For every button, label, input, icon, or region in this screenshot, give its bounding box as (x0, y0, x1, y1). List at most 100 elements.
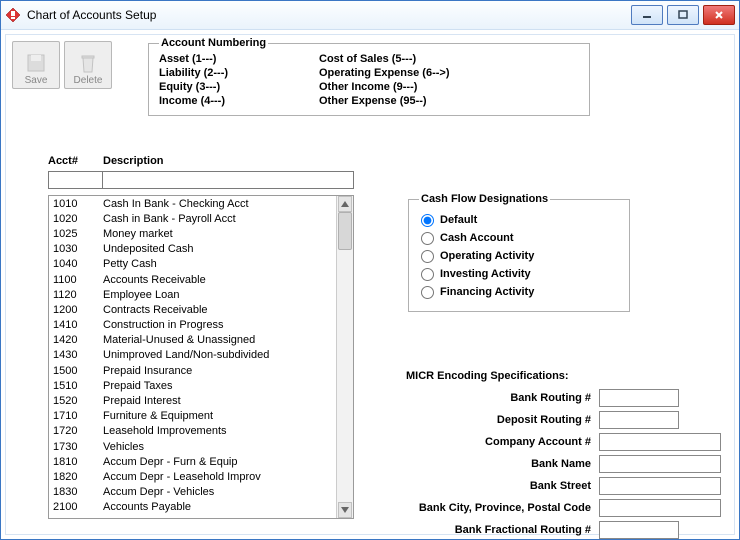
row-desc: Material-Unused & Unassigned (103, 334, 336, 346)
micr-input[interactable] (599, 455, 721, 473)
row-acct: 1510 (53, 380, 103, 392)
cashflow-option[interactable]: Default (419, 211, 619, 229)
table-row[interactable]: 1040Petty Cash (49, 257, 336, 272)
table-row[interactable]: 2500FICA Tax Payable (49, 515, 336, 518)
micr-label: Bank Street (374, 480, 599, 492)
micr-grid: Bank Routing # Deposit Routing # Company A… (374, 389, 724, 539)
numbering-item: Liability (2---) (159, 67, 309, 79)
row-acct: 1820 (53, 471, 103, 483)
row-desc: FICA Tax Payable (103, 517, 336, 518)
table-row[interactable]: 1200Contracts Receivable (49, 302, 336, 317)
cashflow-radio[interactable] (421, 250, 434, 263)
table-row[interactable]: 1500Prepaid Insurance (49, 363, 336, 378)
table-row[interactable]: 1430Unimproved Land/Non-subdivided (49, 348, 336, 363)
entry-inputs (48, 171, 354, 189)
description-input[interactable] (102, 171, 354, 189)
delete-button[interactable]: Delete (64, 41, 112, 89)
micr-input[interactable] (599, 499, 721, 517)
account-numbering-group: Account Numbering Asset (1---) Cost of S… (148, 37, 590, 116)
row-acct: 1025 (53, 228, 103, 240)
accounts-listbox[interactable]: 1010Cash In Bank - Checking Acct1020Cash… (48, 195, 354, 519)
minimize-button[interactable] (631, 5, 663, 25)
cashflow-label: Default (440, 214, 477, 226)
row-acct: 1500 (53, 365, 103, 377)
row-desc: Accum Depr - Furn & Equip (103, 456, 336, 468)
table-row[interactable]: 1410Construction in Progress (49, 318, 336, 333)
micr-label: Company Account # (374, 436, 599, 448)
cashflow-radio[interactable] (421, 214, 434, 227)
table-row[interactable]: 1030Undeposited Cash (49, 242, 336, 257)
table-row[interactable]: 1020Cash in Bank - Payroll Acct (49, 211, 336, 226)
cashflow-option[interactable]: Operating Activity (419, 247, 619, 265)
row-acct: 1830 (53, 486, 103, 498)
row-acct: 1100 (53, 274, 103, 286)
numbering-item: Equity (3---) (159, 81, 309, 93)
cashflow-radio[interactable] (421, 268, 434, 281)
table-row[interactable]: 1100Accounts Receivable (49, 272, 336, 287)
row-desc: Construction in Progress (103, 319, 336, 331)
row-desc: Accum Depr - Leasehold Improv (103, 471, 336, 483)
micr-input[interactable] (599, 433, 721, 451)
cashflow-label: Financing Activity (440, 286, 534, 298)
table-row[interactable]: 1010Cash In Bank - Checking Acct (49, 196, 336, 211)
table-row[interactable]: 1510Prepaid Taxes (49, 378, 336, 393)
maximize-button[interactable] (667, 5, 699, 25)
scroll-thumb[interactable] (338, 212, 352, 250)
micr-input[interactable] (599, 477, 721, 495)
cashflow-option[interactable]: Cash Account (419, 229, 619, 247)
delete-label: Delete (74, 75, 103, 86)
scroll-down-button[interactable] (338, 502, 352, 518)
table-row[interactable]: 1820Accum Depr - Leasehold Improv (49, 469, 336, 484)
table-row[interactable]: 2100Accounts Payable (49, 500, 336, 515)
cashflow-option[interactable]: Financing Activity (419, 283, 619, 301)
cashflow-group: Cash Flow Designations DefaultCash Accou… (408, 193, 630, 312)
table-row[interactable]: 1710Furniture & Equipment (49, 409, 336, 424)
row-desc: Contracts Receivable (103, 304, 336, 316)
table-row[interactable]: 1730Vehicles (49, 439, 336, 454)
table-row[interactable]: 1025Money market (49, 226, 336, 241)
table-row[interactable]: 1120Employee Loan (49, 287, 336, 302)
table-row[interactable]: 1420Material-Unused & Unassigned (49, 333, 336, 348)
scrollbar[interactable] (336, 196, 353, 518)
table-row[interactable]: 1520Prepaid Interest (49, 393, 336, 408)
numbering-legend: Account Numbering (159, 37, 268, 49)
save-label: Save (25, 75, 48, 86)
micr-heading: MICR Encoding Specifications: (406, 370, 569, 382)
table-row[interactable]: 1720Leasehold Improvements (49, 424, 336, 439)
acct-input[interactable] (48, 171, 103, 189)
table-row[interactable]: 1830Accum Depr - Vehicles (49, 485, 336, 500)
titlebar: Chart of Accounts Setup (1, 1, 739, 30)
row-acct: 1810 (53, 456, 103, 468)
row-acct: 1040 (53, 258, 103, 270)
micr-label: Bank City, Province, Postal Code (374, 502, 599, 514)
cashflow-radio[interactable] (421, 232, 434, 245)
micr-input[interactable] (599, 521, 679, 539)
header-description: Description (103, 155, 343, 167)
micr-label: Bank Name (374, 458, 599, 470)
scroll-track[interactable] (338, 212, 352, 502)
table-row[interactable]: 1810Accum Depr - Furn & Equip (49, 454, 336, 469)
micr-input[interactable] (599, 389, 679, 407)
row-desc: Prepaid Insurance (103, 365, 336, 377)
save-button[interactable]: Save (12, 41, 60, 89)
row-acct: 1120 (53, 289, 103, 301)
micr-label: Deposit Routing # (374, 414, 599, 426)
row-acct: 2500 (53, 517, 103, 518)
row-desc: Undeposited Cash (103, 243, 336, 255)
cashflow-option[interactable]: Investing Activity (419, 265, 619, 283)
numbering-item: Operating Expense (6-->) (319, 67, 509, 79)
accounts-list[interactable]: 1010Cash In Bank - Checking Acct1020Cash… (49, 196, 336, 518)
row-acct: 2100 (53, 501, 103, 513)
app-icon (5, 7, 21, 23)
cashflow-radio[interactable] (421, 286, 434, 299)
row-acct: 1730 (53, 441, 103, 453)
micr-label: Bank Routing # (374, 392, 599, 404)
client-area: Save Delete Account Numbering Asset (1--… (5, 34, 735, 535)
scroll-up-button[interactable] (338, 196, 352, 212)
chart-of-accounts-window: Chart of Accounts Setup Save Delete Acco… (0, 0, 740, 540)
close-button[interactable] (703, 5, 735, 25)
numbering-item: Other Expense (95--) (319, 95, 509, 107)
row-acct: 1410 (53, 319, 103, 331)
micr-input[interactable] (599, 411, 679, 429)
row-acct: 1030 (53, 243, 103, 255)
